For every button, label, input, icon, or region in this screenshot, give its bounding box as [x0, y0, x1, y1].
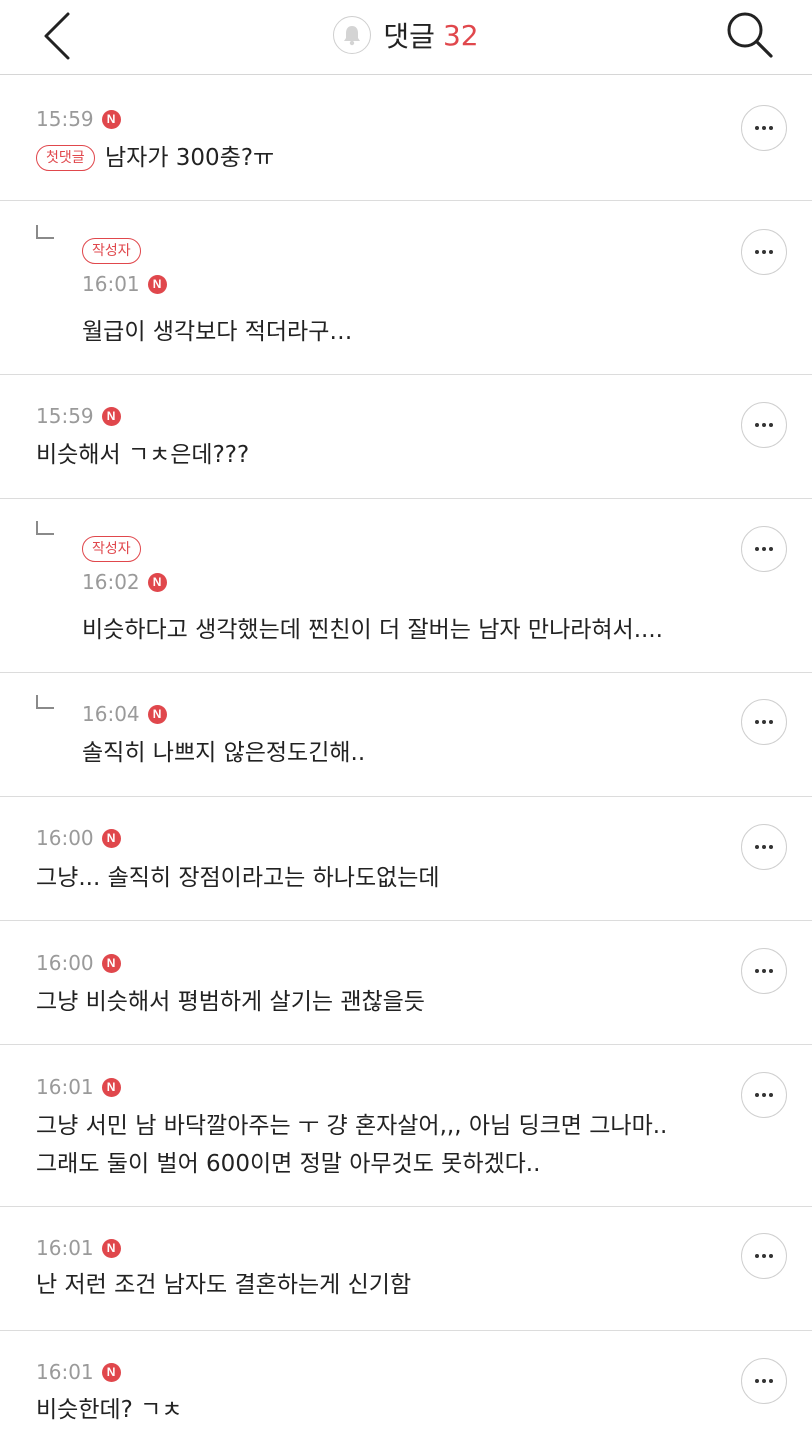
- comment-text: 난 저런 조건 남자도 결혼하는게 신기함: [36, 1272, 412, 1298]
- title-label: 댓글: [383, 20, 435, 53]
- first-comment-badge: 첫댓글: [36, 145, 95, 171]
- reply-arrow-icon: [36, 695, 54, 709]
- comment-text: 남자가 300충?ㅠ: [105, 145, 275, 171]
- reply-arrow-icon: [36, 225, 54, 239]
- comment-text: 그냥 비슷해서 평범하게 살기는 괜찮을듯: [36, 989, 425, 1015]
- more-button[interactable]: [741, 1233, 787, 1279]
- reply-item: 16:04 N 솔직히 나쁘지 않은정도긴해..: [0, 673, 812, 797]
- comment-time: 16:04: [82, 702, 140, 726]
- author-badge: 작성자: [82, 238, 141, 264]
- author-badge: 작성자: [82, 536, 141, 562]
- comment-meta: 16:01 N: [36, 1235, 121, 1261]
- comment-time: 16:02: [82, 570, 140, 594]
- more-button[interactable]: [741, 948, 787, 994]
- new-icon: N: [101, 828, 121, 848]
- more-horizontal-icon: [755, 969, 773, 973]
- reply-arrow-icon: [36, 521, 54, 535]
- more-button[interactable]: [741, 1072, 787, 1118]
- comment-item: 16:00 N 그냥 비슷해서 평범하게 살기는 괜찮을듯: [0, 921, 812, 1045]
- new-icon: N: [101, 1077, 121, 1097]
- comment-text: 솔직히 나쁘지 않은정도긴해..: [82, 740, 366, 766]
- comment-text: 비슷해서 ㄱㅊ은데???: [36, 442, 250, 468]
- bell-icon: [344, 26, 361, 46]
- comment-count: 32: [442, 18, 479, 52]
- more-horizontal-icon: [755, 423, 773, 427]
- comment-text: 그냥 서민 남 바닥깔아주는 ㅜ 걍 혼자살어,,, 아님 딩크면 그나마..: [36, 1113, 668, 1139]
- more-button[interactable]: [741, 526, 787, 572]
- search-button[interactable]: [720, 6, 780, 62]
- new-icon: N: [147, 572, 167, 592]
- more-horizontal-icon: [755, 250, 773, 254]
- more-horizontal-icon: [755, 1093, 773, 1097]
- new-icon: N: [147, 704, 167, 724]
- new-icon: N: [101, 406, 121, 426]
- comment-item: 15:59 N 첫댓글 남자가 300충?ㅠ: [0, 76, 812, 201]
- new-icon: N: [101, 953, 121, 973]
- more-horizontal-icon: [755, 845, 773, 849]
- comment-time: 16:00: [36, 826, 94, 850]
- comment-meta: 16:00 N: [36, 825, 121, 851]
- comment-meta: 16:01 N: [36, 1359, 121, 1385]
- comment-time: 16:01: [36, 1236, 94, 1260]
- comment-meta: 16:04 N: [82, 701, 167, 727]
- new-icon: N: [101, 1362, 121, 1382]
- comment-meta: 16:02 N: [82, 569, 167, 595]
- comment-item: 16:01 N 비슷한데? ㄱㅊ: [0, 1331, 812, 1440]
- comment-item: 16:01 N 그냥 서민 남 바닥깔아주는 ㅜ 걍 혼자살어,,, 아님 딩크…: [0, 1045, 812, 1207]
- comment-time: 15:59: [36, 107, 94, 131]
- new-icon: N: [147, 274, 167, 294]
- comment-item: 15:59 N 비슷해서 ㄱㅊ은데???: [0, 375, 812, 499]
- search-icon: [727, 12, 773, 58]
- more-button[interactable]: [741, 824, 787, 870]
- new-icon: N: [101, 109, 121, 129]
- comment-time: 15:59: [36, 404, 94, 428]
- page-title: 댓글 32: [0, 14, 812, 56]
- reply-item: 작성자 16:01 N 월급이 생각보다 적더라구…: [0, 201, 812, 375]
- top-bar: 댓글 32: [0, 0, 812, 75]
- more-horizontal-icon: [755, 1254, 773, 1258]
- more-horizontal-icon: [755, 126, 773, 130]
- more-button[interactable]: [741, 699, 787, 745]
- comment-text: 비슷하다고 생각했는데 찐친이 더 잘버는 남자 만나라혀서....: [82, 617, 663, 643]
- more-button[interactable]: [741, 229, 787, 275]
- comment-text: 비슷한데? ㄱㅊ: [36, 1397, 183, 1423]
- more-button[interactable]: [741, 105, 787, 151]
- comment-meta: 16:01 N: [36, 1074, 121, 1100]
- comment-time: 16:01: [36, 1075, 94, 1099]
- comment-meta: 16:01 N: [82, 271, 167, 297]
- comment-text: 월급이 생각보다 적더라구…: [82, 319, 353, 345]
- new-icon: N: [101, 1238, 121, 1258]
- comment-text: 그냥... 솔직히 장점이라고는 하나도없는데: [36, 865, 440, 891]
- more-horizontal-icon: [755, 720, 773, 724]
- comment-time: 16:00: [36, 951, 94, 975]
- comment-text: 그래도 둘이 벌어 600이면 정말 아무것도 못하겠다..: [36, 1151, 541, 1177]
- comment-time: 16:01: [36, 1360, 94, 1384]
- notification-toggle[interactable]: [333, 16, 372, 54]
- more-horizontal-icon: [755, 1379, 773, 1383]
- more-button[interactable]: [741, 1358, 787, 1404]
- comment-item: 16:00 N 그냥... 솔직히 장점이라고는 하나도없는데: [0, 797, 812, 921]
- more-horizontal-icon: [755, 547, 773, 551]
- comment-item: 16:01 N 난 저런 조건 남자도 결혼하는게 신기함: [0, 1207, 812, 1331]
- comment-meta: 15:59 N: [36, 106, 121, 132]
- comment-time: 16:01: [82, 272, 140, 296]
- more-button[interactable]: [741, 402, 787, 448]
- comment-meta: 15:59 N: [36, 403, 121, 429]
- reply-item: 작성자 16:02 N 비슷하다고 생각했는데 찐친이 더 잘버는 남자 만나라…: [0, 499, 812, 673]
- comment-meta: 16:00 N: [36, 950, 121, 976]
